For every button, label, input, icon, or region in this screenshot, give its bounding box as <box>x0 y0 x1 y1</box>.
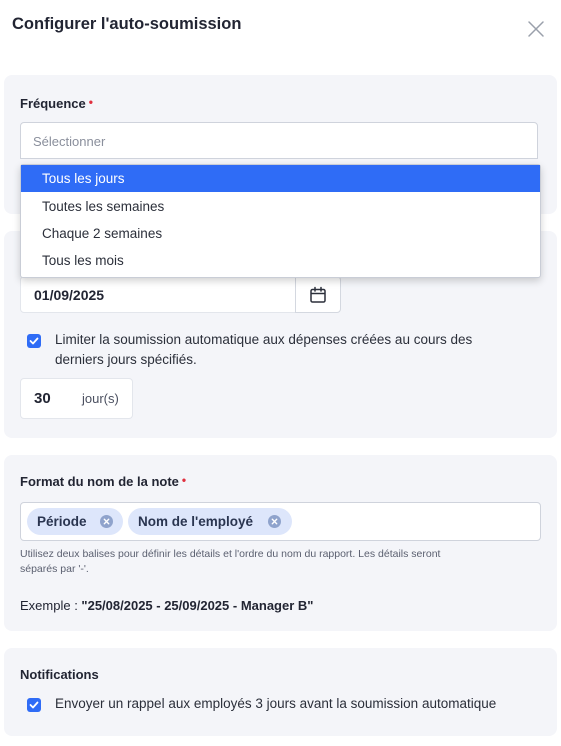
option-monthly[interactable]: Tous les mois <box>21 247 540 274</box>
dialog-title: Configurer l'auto-soumission <box>12 15 242 33</box>
calendar-icon <box>310 286 326 303</box>
remove-tag-icon[interactable] <box>268 515 281 528</box>
limit-label: Limiter la soumission automatique aux dé… <box>55 330 535 370</box>
notifications-label: Notifications <box>20 667 99 682</box>
tag-period: Période <box>27 508 123 535</box>
limit-label-line1: Limiter la soumission automatique aux dé… <box>55 332 473 347</box>
close-icon[interactable] <box>526 19 546 39</box>
example-prefix: Exemple : <box>20 598 82 613</box>
frequency-dropdown-menu: Tous les jours Toutes les semaines Chaqu… <box>20 164 541 278</box>
name-format-example: Exemple : "25/08/2025 - 25/09/2025 - Man… <box>20 598 313 613</box>
reminder-checkbox[interactable] <box>27 698 41 712</box>
frequency-select[interactable]: Sélectionner <box>20 122 538 159</box>
option-biweekly[interactable]: Chaque 2 semaines <box>21 220 540 247</box>
option-weekly[interactable]: Toutes les semaines <box>21 193 540 220</box>
hint-line2: séparés par '-'. <box>20 563 89 575</box>
example-value: "25/08/2025 - 25/09/2025 - Manager B" <box>81 598 314 613</box>
days-unit: jour(s) <box>82 391 119 406</box>
name-format-label: Format du nom de la note • <box>20 473 187 489</box>
frequency-label: Fréquence • <box>20 95 93 111</box>
hint-line1: Utilisez deux balises pour définir les d… <box>20 548 441 560</box>
notifications-section: Notifications Envoyer un rappel aux empl… <box>4 648 557 736</box>
limit-label-line2: derniers jours spécifiés. <box>55 352 197 367</box>
start-date-value: 01/09/2025 <box>34 287 105 303</box>
name-format-hint: Utilisez deux balises pour définir les d… <box>20 547 530 577</box>
frequency-label-text: Fréquence <box>20 96 86 111</box>
reminder-label: Envoyer un rappel aux employés 3 jours a… <box>55 696 497 711</box>
start-date-input[interactable]: 01/09/2025 <box>20 276 296 313</box>
name-format-label-text: Format du nom de la note <box>20 474 179 489</box>
remove-tag-icon[interactable] <box>100 515 113 528</box>
name-format-section: Format du nom de la note • Période Nom de… <box>4 455 557 631</box>
tag-employee-name: Nom de l'employé <box>128 508 292 535</box>
frequency-placeholder: Sélectionner <box>33 134 106 149</box>
days-input[interactable]: 30 jour(s) <box>20 378 133 419</box>
required-mark: • <box>181 473 187 487</box>
option-daily[interactable]: Tous les jours <box>21 165 540 192</box>
limit-checkbox[interactable] <box>27 334 41 348</box>
calendar-button[interactable] <box>295 276 341 313</box>
required-mark: • <box>88 95 93 109</box>
days-value: 30 <box>34 390 51 407</box>
tag-period-label: Période <box>37 514 87 529</box>
name-format-tags-input[interactable]: Période Nom de l'employé <box>20 502 541 541</box>
tag-employee-name-label: Nom de l'employé <box>138 514 253 529</box>
